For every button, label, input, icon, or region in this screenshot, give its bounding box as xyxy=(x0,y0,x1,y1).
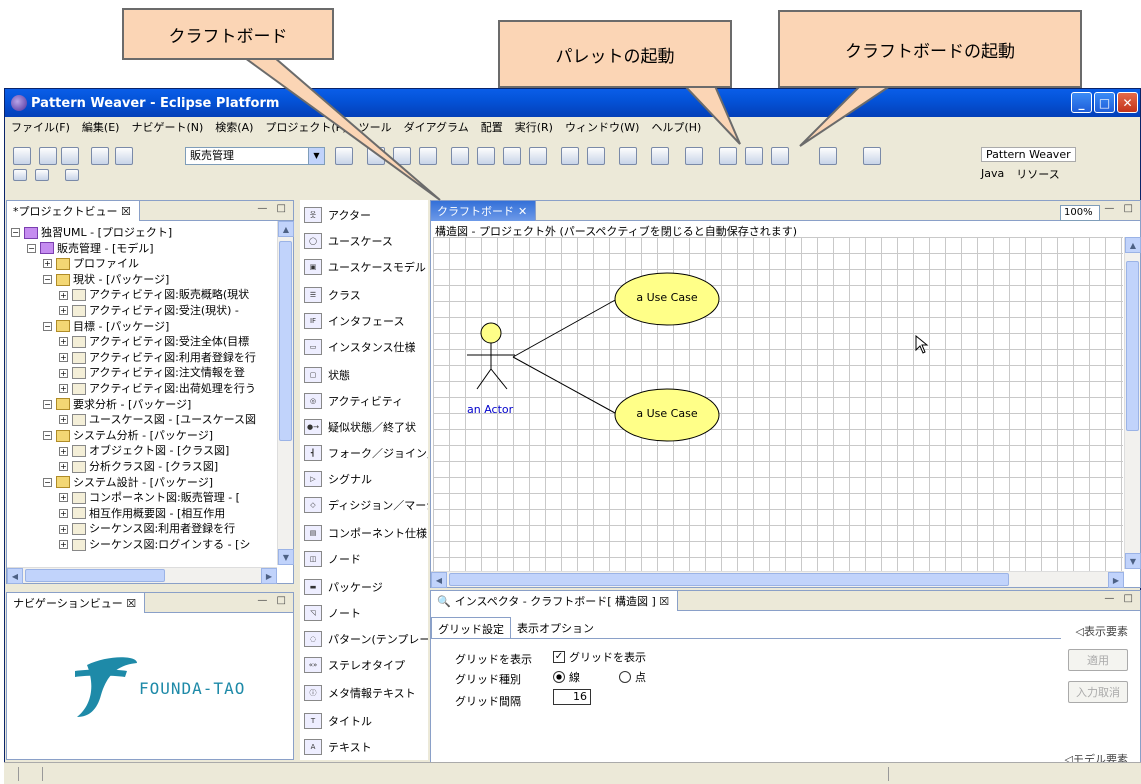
callout-craftboard: クラフトボード xyxy=(122,8,334,60)
callout-pointer-craftboard-launch xyxy=(799,85,894,147)
callout-pointer-craftboard xyxy=(241,57,441,201)
callout-pointer-palette xyxy=(682,85,741,145)
callout-craftboard-launch: クラフトボードの起動 xyxy=(778,10,1082,88)
callout-pointers xyxy=(241,57,894,201)
callout-palette-launch: パレットの起動 xyxy=(498,20,732,88)
